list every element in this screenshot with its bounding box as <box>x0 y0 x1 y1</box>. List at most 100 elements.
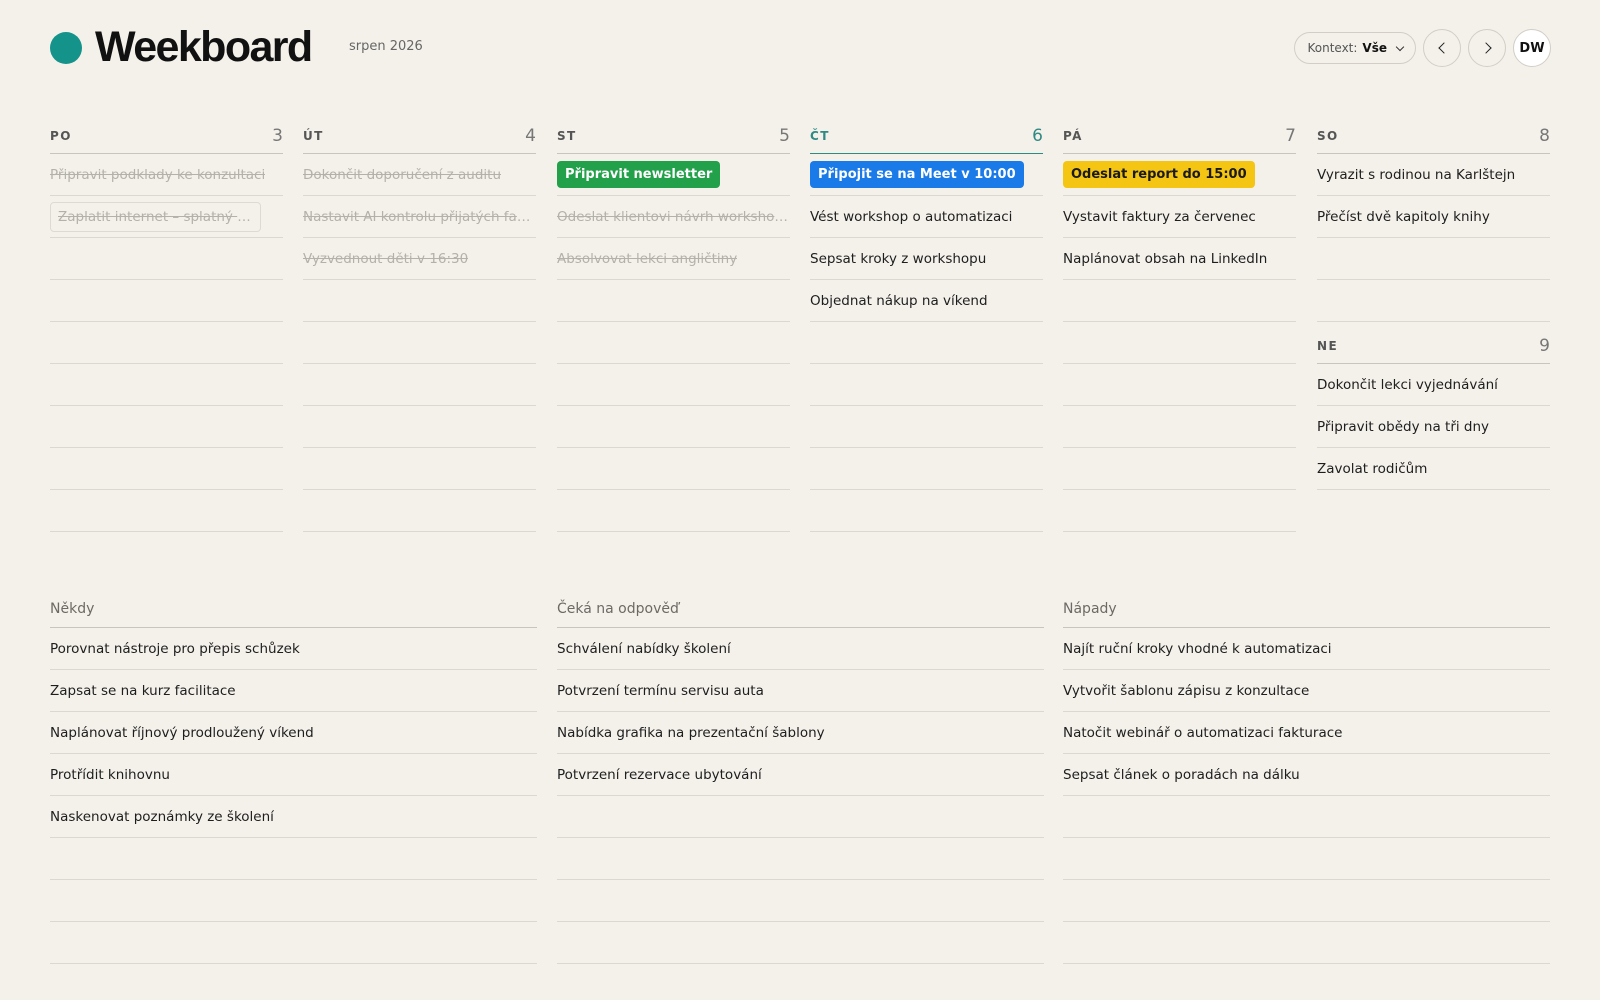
day-header[interactable]: PÁ 7 <box>1063 120 1296 154</box>
empty-task-slot[interactable] <box>1317 238 1550 280</box>
list-item-text: Protřídit knihovnu <box>50 766 170 783</box>
task-row[interactable]: Sepsat kroky z workshopu <box>810 238 1043 280</box>
task-row[interactable]: Vést workshop o automatizaci <box>810 196 1043 238</box>
empty-list-slot[interactable] <box>557 838 1044 880</box>
month-label: srpen 2026 <box>349 39 423 54</box>
list-item[interactable]: Potvrzení termínu servisu auta <box>557 670 1044 712</box>
task-row[interactable]: Nastavit AI kontrolu přijatých faktur <box>303 196 536 238</box>
empty-task-slot[interactable] <box>50 280 283 322</box>
empty-task-slot[interactable] <box>557 364 790 406</box>
empty-task-slot[interactable] <box>1063 364 1296 406</box>
empty-task-slot[interactable] <box>810 490 1043 532</box>
empty-task-slot[interactable] <box>810 406 1043 448</box>
task-row[interactable]: Přečíst dvě kapitoly knihy <box>1317 196 1550 238</box>
day-column: PÁ 7 Odeslat report do 15:00 Vystavit faktu… <box>1063 120 1296 532</box>
empty-task-slot[interactable] <box>557 406 790 448</box>
empty-task-slot[interactable] <box>303 280 536 322</box>
context-dropdown[interactable]: Kontext: Vše <box>1294 32 1416 64</box>
task-row[interactable]: Připravit newsletter <box>557 154 790 196</box>
empty-task-slot[interactable] <box>303 406 536 448</box>
empty-task-slot[interactable] <box>303 364 536 406</box>
empty-list-slot[interactable] <box>557 922 1044 964</box>
next-week-button[interactable] <box>1468 29 1506 67</box>
list-item[interactable]: Naplánovat říjnový prodloužený víkend <box>50 712 537 754</box>
list-item[interactable]: Protřídit knihovnu <box>50 754 537 796</box>
list-item-text: Naskenovat poznámky ze školení <box>50 808 274 825</box>
day-header[interactable]: PO 3 <box>50 120 283 154</box>
task-row[interactable]: Dokončit doporučení z auditu <box>303 154 536 196</box>
empty-list-slot[interactable] <box>1063 922 1550 964</box>
empty-task-slot[interactable] <box>50 364 283 406</box>
empty-list-slot[interactable] <box>557 880 1044 922</box>
empty-task-slot[interactable] <box>50 238 283 280</box>
day-header[interactable]: SO 8 <box>1317 120 1550 154</box>
list-column: Někdy Porovnat nástroje pro přepis schůze… <box>50 590 537 964</box>
empty-task-slot[interactable] <box>810 448 1043 490</box>
empty-task-slot[interactable] <box>810 322 1043 364</box>
empty-list-slot[interactable] <box>1063 880 1550 922</box>
empty-task-slot[interactable] <box>1063 322 1296 364</box>
list-item[interactable]: Zapsat se na kurz facilitace <box>50 670 537 712</box>
list-item-text: Schválení nabídky školení <box>557 640 731 657</box>
empty-list-slot[interactable] <box>557 796 1044 838</box>
list-item[interactable]: Porovnat nástroje pro přepis schůzek <box>50 628 537 670</box>
list-item[interactable]: Nabídka grafika na prezentační šablony <box>557 712 1044 754</box>
empty-list-slot[interactable] <box>50 838 537 880</box>
task-row[interactable]: Odeslat report do 15:00 <box>1063 154 1296 196</box>
task-row[interactable]: Vyrazit s rodinou na Karlštejn <box>1317 154 1550 196</box>
empty-task-slot[interactable] <box>50 448 283 490</box>
list-item[interactable]: Sepsat článek o poradách na dálku <box>1063 754 1550 796</box>
day-header[interactable]: ČT 6 <box>810 120 1043 154</box>
task-row[interactable]: Absolvovat lekci angličtiny <box>557 238 790 280</box>
empty-task-slot[interactable] <box>50 322 283 364</box>
task-row[interactable]: Zaplatit internet – splatný do pátku <box>50 196 283 238</box>
list-item[interactable]: Naskenovat poznámky ze školení <box>50 796 537 838</box>
list-item-text: Nabídka grafika na prezentační šablony <box>557 724 825 741</box>
task-row[interactable]: Dokončit lekci vyjednávání <box>1317 364 1550 406</box>
empty-list-slot[interactable] <box>1063 838 1550 880</box>
list-item[interactable]: Vytvořit šablonu zápisu z konzultace <box>1063 670 1550 712</box>
empty-task-slot[interactable] <box>1063 448 1296 490</box>
list-title: Čeká na odpověď <box>557 601 679 617</box>
task-row[interactable]: Vyzvednout děti v 16:30 <box>303 238 536 280</box>
day-number: 4 <box>525 126 536 146</box>
empty-task-slot[interactable] <box>50 406 283 448</box>
empty-task-slot[interactable] <box>557 448 790 490</box>
day-header[interactable]: NE 9 <box>1317 330 1550 364</box>
task-row[interactable]: Zavolat rodičům <box>1317 448 1550 490</box>
empty-task-slot[interactable] <box>1063 406 1296 448</box>
empty-task-slot[interactable] <box>303 322 536 364</box>
empty-task-slot[interactable] <box>1063 280 1296 322</box>
empty-list-slot[interactable] <box>50 922 537 964</box>
empty-task-slot[interactable] <box>50 490 283 532</box>
day-name: PO <box>50 129 72 143</box>
task-row[interactable]: Naplánovat obsah na LinkedIn <box>1063 238 1296 280</box>
empty-task-slot[interactable] <box>303 490 536 532</box>
task-row[interactable]: Připravit podklady ke konzultaci <box>50 154 283 196</box>
task-text: Připravit obědy na tři dny <box>1317 418 1490 435</box>
day-header[interactable]: ÚT 4 <box>303 120 536 154</box>
task-row[interactable]: Připojit se na Meet v 10:00 <box>810 154 1043 196</box>
list-item[interactable]: Potvrzení rezervace ubytování <box>557 754 1044 796</box>
empty-task-slot[interactable] <box>1317 280 1550 322</box>
task-row[interactable]: Odeslat klientovi návrh workshopu <box>557 196 790 238</box>
task-row[interactable]: Objednat nákup na víkend <box>810 280 1043 322</box>
task-text: Vyrazit s rodinou na Karlštejn <box>1317 166 1516 183</box>
list-item[interactable]: Schválení nabídky školení <box>557 628 1044 670</box>
task-row[interactable]: Vystavit faktury za červenec <box>1063 196 1296 238</box>
list-item[interactable]: Natočit webinář o automatizaci fakturace <box>1063 712 1550 754</box>
empty-task-slot[interactable] <box>1063 490 1296 532</box>
empty-task-slot[interactable] <box>303 448 536 490</box>
day-header[interactable]: ST 5 <box>557 120 790 154</box>
empty-list-slot[interactable] <box>1063 796 1550 838</box>
empty-task-slot[interactable] <box>557 490 790 532</box>
user-avatar[interactable]: DW <box>1513 29 1551 67</box>
task-row[interactable]: Připravit obědy na tři dny <box>1317 406 1550 448</box>
empty-list-slot[interactable] <box>50 880 537 922</box>
empty-task-slot[interactable] <box>557 322 790 364</box>
empty-task-slot[interactable] <box>810 364 1043 406</box>
list-item[interactable]: Najít ruční kroky vhodné k automatizaci <box>1063 628 1550 670</box>
prev-week-button[interactable] <box>1423 29 1461 67</box>
list-item-text: Natočit webinář o automatizaci fakturace <box>1063 724 1343 741</box>
empty-task-slot[interactable] <box>557 280 790 322</box>
